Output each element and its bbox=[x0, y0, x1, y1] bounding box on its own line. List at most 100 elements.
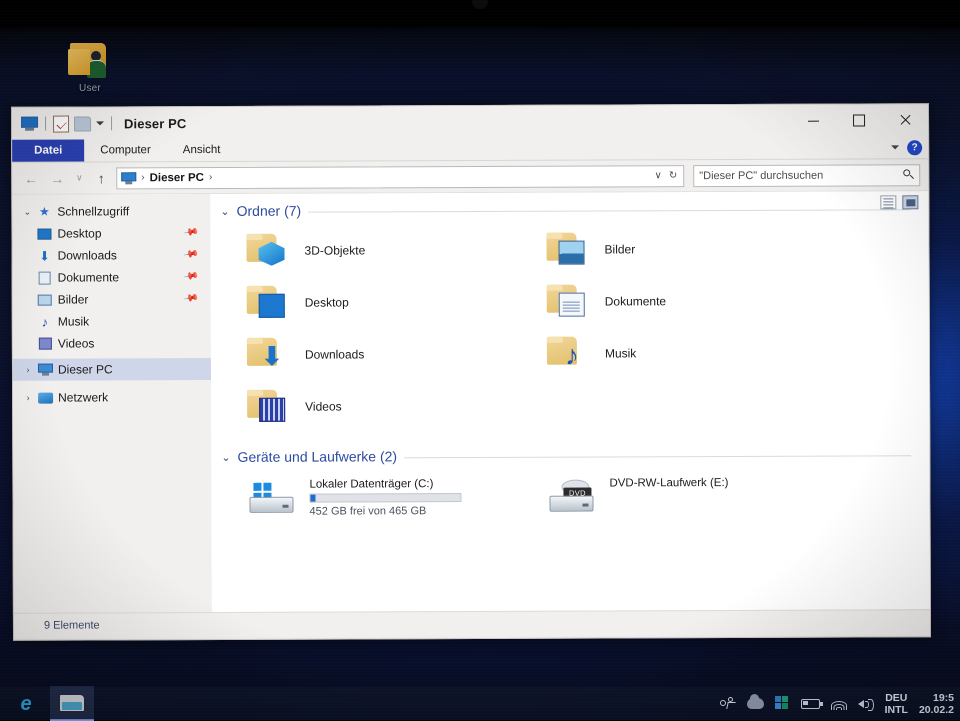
recent-locations-button[interactable]: ∨ bbox=[72, 167, 86, 189]
sidebar-label-schnellzugriff: Schnellzugriff bbox=[57, 204, 130, 219]
expand-chevron-icon-net[interactable]: › bbox=[21, 393, 35, 403]
edge-icon: e bbox=[20, 692, 32, 715]
documents-icon bbox=[35, 271, 55, 285]
people-icon[interactable] bbox=[719, 696, 736, 711]
address-pc-icon bbox=[121, 171, 137, 184]
tab-computer[interactable]: Computer bbox=[84, 139, 167, 161]
security-icon[interactable] bbox=[774, 696, 790, 711]
large-icons-view-button[interactable] bbox=[902, 195, 919, 210]
sidebar-label-bilder: Bilder bbox=[57, 292, 89, 307]
sidebar-label-musik: Musik bbox=[57, 314, 90, 329]
sidebar-item-schnellzugriff[interactable]: ⌄ ★ Schnellzugriff bbox=[12, 200, 210, 223]
title-bar: Dieser PC bbox=[11, 104, 929, 140]
expand-chevron-icon-pc[interactable]: › bbox=[21, 365, 35, 375]
monitor-bezel bbox=[0, 0, 960, 27]
sidebar-item-musik[interactable]: ♪ Musik bbox=[13, 310, 211, 333]
address-input[interactable]: › Dieser PC › ∨ ↻ bbox=[116, 164, 685, 189]
customize-dropdown-icon[interactable] bbox=[96, 121, 105, 126]
taskbar-file-explorer-button[interactable] bbox=[50, 686, 94, 721]
tile-desktop[interactable]: Desktop bbox=[245, 276, 545, 329]
sidebar-label-netzwerk: Netzwerk bbox=[58, 390, 109, 405]
this-pc-icon-sidebar bbox=[35, 363, 55, 376]
group-header-ordner[interactable]: ⌄ Ordner (7) bbox=[210, 191, 928, 219]
taskbar: e DEU INTL 19:5 20.02.2 bbox=[0, 686, 960, 721]
folder-desktop-icon bbox=[245, 282, 291, 324]
forward-button[interactable]: → bbox=[46, 167, 68, 189]
volume-icon[interactable] bbox=[857, 697, 874, 711]
minimize-button[interactable] bbox=[790, 105, 836, 137]
search-input[interactable]: "Dieser PC" durchsuchen bbox=[693, 163, 921, 187]
group-header-geraete[interactable]: ⌄ Geräte und Laufwerke (2) bbox=[211, 430, 929, 465]
this-pc-icon[interactable] bbox=[21, 116, 39, 131]
tile-label: Musik bbox=[604, 346, 637, 361]
breadcrumb-separator-0: › bbox=[141, 172, 145, 184]
sidebar-item-dokumente[interactable]: Dokumente 📌 bbox=[13, 266, 211, 289]
folder-downloads-icon: ⬇ bbox=[245, 334, 291, 376]
group-collapse-chevron-icon-2[interactable]: ⌄ bbox=[221, 450, 230, 463]
drive-local-disk-c[interactable]: Lokaler Datenträger (C:) 452 GB frei von… bbox=[245, 472, 545, 525]
sidebar-item-dieser-pc[interactable]: › Dieser PC bbox=[12, 357, 212, 381]
close-button[interactable] bbox=[882, 104, 928, 136]
tile-musik[interactable]: ♪ Musik bbox=[545, 327, 845, 380]
drive-free-space: 452 GB frei von 465 GB bbox=[309, 505, 427, 518]
keyboard-layout-indicator[interactable]: DEU INTL bbox=[885, 692, 908, 716]
tile-label: 3D-Objekte bbox=[304, 243, 366, 258]
group-collapse-chevron-icon[interactable]: ⌄ bbox=[220, 204, 229, 217]
breadcrumb-separator-1[interactable]: › bbox=[209, 172, 212, 183]
taskbar-edge-button[interactable]: e bbox=[4, 687, 48, 720]
ribbon-tab-bar: Datei Computer Ansicht ? bbox=[12, 136, 929, 163]
clock[interactable]: 19:5 20.02.2 bbox=[919, 692, 954, 716]
music-icon: ♪ bbox=[41, 314, 49, 330]
properties-icon[interactable] bbox=[53, 115, 70, 133]
onedrive-cloud-icon[interactable] bbox=[746, 694, 764, 709]
search-icon bbox=[903, 169, 914, 180]
folder-documents-icon bbox=[545, 281, 591, 323]
item-count-label: 9 Elemente bbox=[43, 619, 100, 632]
ribbon-collapse-chevron-icon[interactable] bbox=[891, 145, 900, 150]
new-folder-icon[interactable] bbox=[74, 115, 92, 132]
tile-videos[interactable]: Videos bbox=[245, 380, 545, 433]
tab-datei[interactable]: Datei bbox=[12, 139, 85, 162]
pin-icon-4[interactable]: 📌 bbox=[182, 291, 199, 307]
clock-time: 19:5 bbox=[932, 691, 954, 704]
tile-bilder[interactable]: Bilder bbox=[544, 223, 844, 276]
sidebar-label-dieser-pc: Dieser PC bbox=[57, 362, 113, 377]
folder-music-icon: ♪ bbox=[545, 333, 591, 375]
pin-icon[interactable]: 📌 bbox=[182, 225, 199, 241]
breadcrumb-this-pc[interactable]: Dieser PC bbox=[150, 172, 204, 184]
toolbar-divider bbox=[45, 116, 47, 131]
tab-ansicht[interactable]: Ansicht bbox=[167, 139, 237, 161]
sidebar-item-netzwerk[interactable]: › Netzwerk bbox=[13, 386, 211, 409]
help-button[interactable]: ? bbox=[907, 139, 923, 155]
desktop-icon bbox=[34, 228, 54, 240]
battery-icon[interactable] bbox=[800, 698, 823, 709]
sidebar-item-downloads[interactable]: ⬇ Downloads 📌 bbox=[13, 244, 211, 267]
desktop-icon-label: User bbox=[79, 83, 101, 94]
videos-icon bbox=[35, 337, 55, 350]
back-button[interactable]: ← bbox=[20, 167, 42, 189]
file-explorer-icon bbox=[60, 694, 84, 712]
keyboard-language: DEU bbox=[885, 691, 908, 704]
tile-3d-objekte[interactable]: 3D-Objekte bbox=[244, 224, 544, 277]
pin-icon-3[interactable]: 📌 bbox=[182, 269, 199, 285]
navigation-pane: ⌄ ★ Schnellzugriff Desktop 📌 ⬇ Downloads… bbox=[12, 193, 212, 613]
refresh-icon[interactable]: ↻ bbox=[669, 170, 677, 181]
tile-dokumente[interactable]: Dokumente bbox=[545, 275, 845, 328]
desktop-icon-user[interactable]: User bbox=[52, 40, 128, 102]
tile-downloads[interactable]: ⬇ Downloads bbox=[245, 328, 545, 381]
folder-pictures-icon bbox=[544, 229, 590, 271]
sidebar-item-bilder[interactable]: Bilder 📌 bbox=[13, 288, 211, 311]
pin-icon-2[interactable]: 📌 bbox=[182, 247, 199, 263]
clock-date: 20.02.2 bbox=[918, 703, 954, 716]
drive-dvd-rw-e[interactable]: DVD DVD-RW-Laufwerk (E:) bbox=[545, 471, 845, 524]
expand-chevron-icon[interactable]: ⌄ bbox=[20, 206, 34, 217]
drive-usage-bar bbox=[309, 493, 462, 503]
details-view-button[interactable] bbox=[880, 195, 897, 210]
sidebar-item-desktop[interactable]: Desktop 📌 bbox=[12, 222, 210, 245]
sidebar-item-videos[interactable]: Videos bbox=[13, 332, 211, 355]
maximize-button[interactable] bbox=[836, 104, 882, 136]
taskbar-apps: e bbox=[0, 686, 94, 721]
wifi-icon[interactable] bbox=[830, 698, 847, 710]
address-dropdown-icon[interactable]: ∨ bbox=[655, 170, 662, 181]
up-button[interactable]: ↑ bbox=[90, 167, 112, 189]
